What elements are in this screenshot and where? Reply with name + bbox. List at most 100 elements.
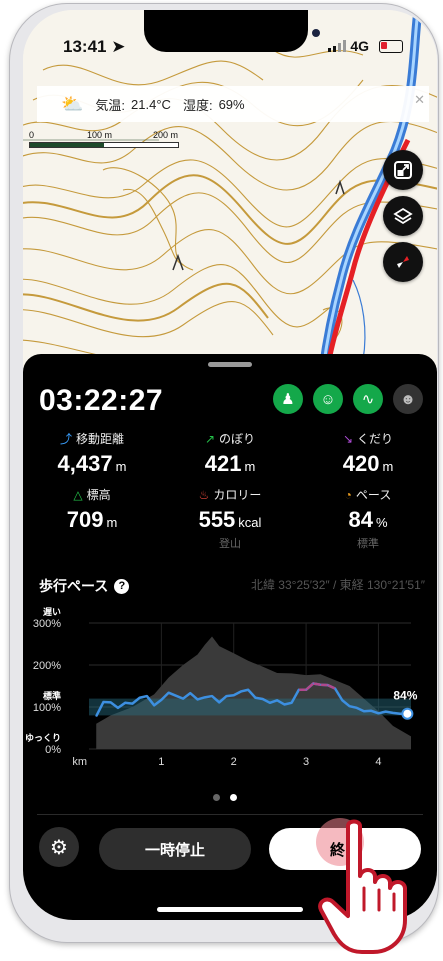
altitude-label: 標高 [86,488,111,502]
route-icon[interactable]: ∿ [353,384,383,414]
stat-descent: ↘ くだり 420 m [299,430,437,477]
face-icon[interactable]: ☺ [313,384,343,414]
topographic-map[interactable] [23,10,437,370]
calorie-sub: 登山 [219,538,241,550]
elevation-area [96,636,411,749]
pace-point [319,684,322,686]
pace-point [225,695,228,697]
ascent-icon: ↗ [204,432,216,446]
compass-button[interactable] [383,242,423,282]
temp-value: 21.4°C [131,96,171,112]
pace-point [167,692,170,694]
pace-point [211,695,213,697]
altitude-unit: m [106,515,118,530]
pace-point [95,715,97,717]
sheet-handle[interactable] [208,362,252,367]
pace-point [298,689,300,691]
expand-map-button[interactable] [383,150,423,190]
pace-point [146,695,148,697]
elapsed-timer: 03:22:27 [39,384,164,417]
ascent-value: 421 [204,451,242,476]
pace-point [283,703,285,706]
page-dot[interactable] [213,794,220,801]
descent-label: くだり [357,432,394,446]
app-screen: 13:41 ➤ 4G ⛅ 気温: 21.4°C 湿度: 69% ✕ 0 100 … [23,10,437,920]
location-arrow-icon: ➤ [111,37,126,56]
stat-ascent: ↗ のぼり 421 m [161,430,299,477]
distance-value: 4,437 [57,451,113,476]
pace-point [356,707,358,709]
pace-point [139,697,141,699]
pace-point [160,699,162,701]
pace-value: 84 [348,507,373,532]
stat-pace: ◔ ペース 84% 標準 [299,486,437,551]
pace-point [377,712,380,714]
scale-label-0: 0 [29,130,35,140]
pace-point [392,712,394,714]
pace-point [218,701,220,703]
pace-chart: 84% 0% 100% 200% 300%遅い標準ゆっくり km 1 2 3 4 [25,607,418,768]
settings-button[interactable]: ⚙ [39,827,79,867]
battery-icon [379,39,403,53]
weather-banner: ⛅ 気温: 21.4°C 湿度: 69% ✕ [37,86,429,122]
x-tick-label: km [72,756,87,768]
scale-bar [29,142,179,148]
compass-icon [397,256,409,268]
y-category-label: ゆっくり [25,733,61,743]
expand-icon [394,161,412,179]
pace-point [276,699,278,701]
y-category-label: 標準 [43,690,61,701]
calorie-label: カロリー [213,488,262,502]
front-camera [312,29,320,37]
notch [144,10,320,52]
coordinates: 北緯 33°25′32″ / 東経 130°21′51″ [250,578,425,592]
page-indicator [213,794,237,801]
close-icon[interactable]: ✕ [414,92,425,108]
descent-icon: ↘ [342,432,354,446]
mode-toggles: ♟ ☺ ∿ ☻ [273,384,423,414]
network-label: 4G [350,38,369,54]
mountain-icon: △ [73,488,83,502]
temp-label: 気温: [95,97,126,113]
help-icon[interactable]: ? [114,578,130,594]
x-tick-label: 1 [158,756,164,768]
speedometer-icon: ◔ [344,488,352,502]
pace-label: ペース [355,488,392,502]
pace-point [312,682,314,685]
pace-point [124,702,126,704]
current-pace-label: 84% [393,689,417,703]
pace-point [348,705,351,707]
pace-point [110,701,112,703]
status-right: 4G [328,38,403,54]
pace-point [102,701,105,703]
pace-point [117,707,119,709]
humidity-value: 69% [218,96,245,112]
pace-point [327,684,329,686]
map-scale: 0 100 m 200 m [29,130,179,148]
x-tick-label: 3 [303,756,309,768]
altitude-value: 709 [66,507,104,532]
page-dot-active[interactable] [230,794,237,801]
distance-label: 移動距離 [76,432,125,446]
stat-distance: ⤴ 移動距離 4,437 m [23,430,161,477]
pace-chart-title: 歩行ペース ? [39,576,130,596]
weather-icon: ⛅ [61,93,84,114]
pace-point [370,710,372,712]
home-indicator [157,907,303,912]
hiker-group-icon[interactable]: ♟ [273,384,303,414]
pace-point [305,689,307,691]
pace-point [131,703,134,705]
pace-point [240,690,242,693]
status-time: 13:41 ➤ [63,37,125,57]
people-icon[interactable]: ☻ [393,384,423,414]
distance-unit: m [115,459,127,474]
pause-button[interactable]: 一時停止 [99,828,251,870]
stat-calorie: ♨ カロリー 555 kcal 登山 [161,486,299,551]
scale-label-200: 200 m [153,130,179,140]
layers-button[interactable] [383,196,423,236]
distance-icon: ⤴ [59,432,72,446]
pace-point [254,697,257,699]
pointing-hand-icon [318,819,407,954]
pace-point [262,698,264,700]
pace-point [189,692,191,694]
